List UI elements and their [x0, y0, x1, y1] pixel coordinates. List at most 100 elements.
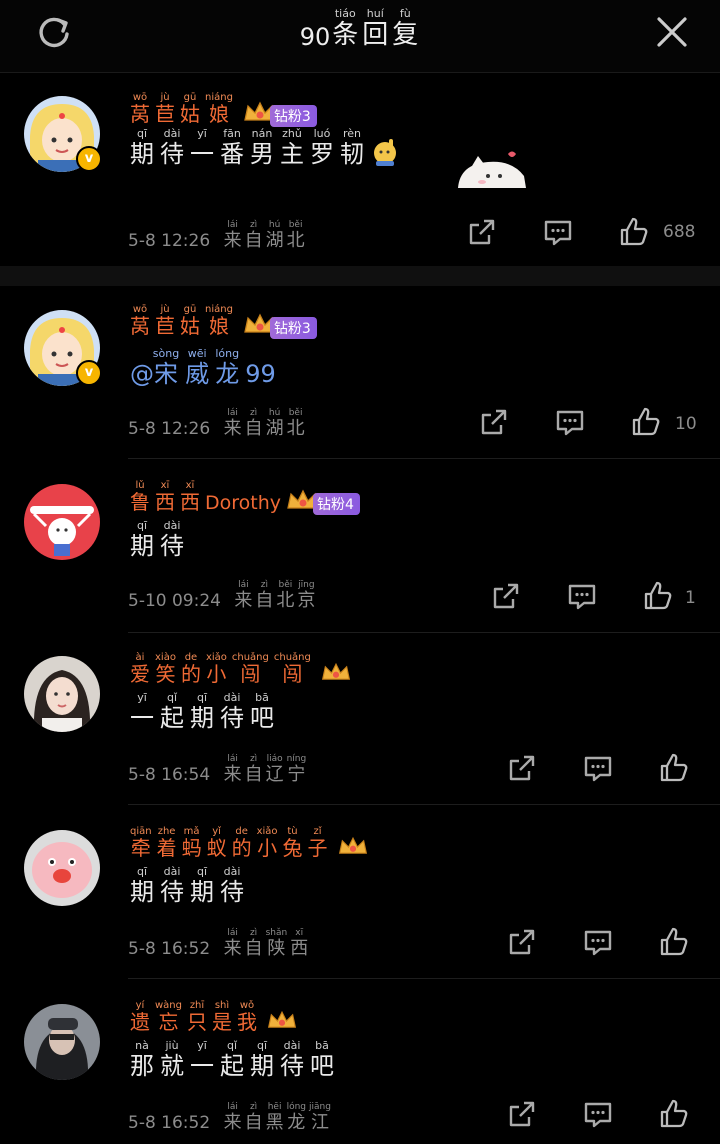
reply-icon[interactable] [582, 926, 614, 958]
pinyin: sòng [152, 347, 180, 360]
comment-item[interactable]: 遗yí忘wàng只zhī是shì我wǒ 那nà就jiù一yī起qǐ期qī待dài… [0, 998, 720, 1144]
divider [128, 632, 720, 633]
location: 来lái自zì湖hú北běi [224, 408, 308, 439]
thread-separator [0, 266, 720, 286]
ruby-char: 男nán [250, 127, 274, 168]
username[interactable]: 爱ài笑xiào的de小xiǎo闯chuǎng闯chuǎng [130, 652, 352, 691]
comment-text: 期qī待dài期qī待dài [130, 865, 250, 907]
comment-meta: 5-8 12:26 来lái自zì湖hú北běi [128, 408, 308, 440]
pinyin: wō [130, 304, 150, 315]
pinyin: lái [223, 1102, 242, 1112]
pinyin: dài [160, 127, 184, 140]
pinyin: wō [130, 92, 150, 103]
divider [128, 804, 720, 805]
pinyin: qī [130, 127, 154, 140]
pinyin: chuǎng [231, 652, 269, 663]
thumbs-up-icon[interactable] [658, 926, 690, 958]
comment-meta: 5-8 16:52 来lái自zì黑hēi龙lóng江jiāng [128, 1102, 334, 1134]
location: 来lái自zì辽liáo宁níng [224, 754, 310, 785]
ruby-char: 待dài [160, 865, 184, 906]
reply-icon[interactable] [542, 216, 574, 248]
pinyin: zǐ [307, 826, 328, 837]
pinyin: lóng [286, 1102, 307, 1112]
avatar[interactable] [24, 484, 100, 560]
pinyin: jiāng [309, 1102, 331, 1112]
top-bar: 90条tiáo回huí复fù [0, 0, 720, 73]
ruby-char: 的de [180, 652, 201, 686]
pinyin: yí [130, 1000, 150, 1011]
pinyin: jīng [297, 580, 316, 590]
username[interactable]: 遗yí忘wàng只zhī是shì我wǒ [130, 1000, 298, 1039]
ruby-char: 是shì [212, 1000, 232, 1034]
thumbs-up-icon[interactable] [630, 406, 662, 438]
pinyin: tiáo [332, 7, 359, 20]
ruby-char: 条tiáo [332, 7, 359, 50]
comment-item[interactable]: v 莴wō苣jù姑gū娘niáng 钻粉3 @宋sòng威wēi龙lóng99 5… [0, 302, 720, 459]
comment-text: 一yī起qǐ期qī待dài吧bā [130, 691, 280, 733]
pinyin: xī [155, 480, 175, 491]
username[interactable]: 鲁lǔ西xī西xīDorothy 钻粉4 [130, 480, 360, 519]
ruby-char: 宁níng [286, 754, 307, 785]
comment-item[interactable]: 爱ài笑xiào的de小xiǎo闯chuǎng闯chuǎng 一yī起qǐ期qī… [0, 650, 720, 806]
username[interactable]: 莴wō苣jù姑gū娘niáng 钻粉3 [130, 92, 317, 131]
timestamp: 5-8 12:26 [128, 231, 211, 251]
pinyin: dài [220, 691, 244, 704]
share-icon[interactable] [478, 406, 510, 438]
pinyin: xī [180, 480, 200, 491]
share-icon[interactable] [506, 752, 538, 784]
avatar[interactable] [24, 1004, 100, 1080]
pinyin: qī [130, 865, 154, 878]
fan-level-badge: 钻粉3 [269, 104, 317, 127]
comment-item[interactable]: 鲁lǔ西xī西xīDorothy 钻粉4 期qī待dài 5-10 09:24 来… [0, 476, 720, 633]
avatar[interactable] [24, 830, 100, 906]
pinyin: wēi [185, 347, 210, 360]
pinyin: chuǎng [273, 652, 311, 663]
ruby-char: 湖hú [265, 220, 284, 251]
ruby-char: 来lái [223, 220, 242, 251]
pinyin: zhī [187, 1000, 207, 1011]
thumbs-up-icon[interactable] [658, 1098, 690, 1130]
share-icon[interactable] [490, 580, 522, 612]
comment-item[interactable]: v 莴wō苣jù姑gū娘niáng 钻粉3 期qī待dài一yī番fān男nán主… [0, 90, 720, 266]
pinyin: yǐ [206, 826, 227, 837]
close-icon[interactable] [654, 12, 690, 52]
reply-icon[interactable] [554, 406, 586, 438]
ruby-char: 复fù [392, 7, 419, 50]
share-icon[interactable] [506, 1098, 538, 1130]
thumbs-up-icon[interactable] [658, 752, 690, 784]
pinyin: xiǎo [205, 652, 227, 663]
avatar[interactable] [24, 656, 100, 732]
pinyin: dài [160, 519, 184, 532]
username[interactable]: 牵qiān着zhe蚂mǎ蚁yǐ的de小xiǎo兔tù子zǐ [130, 826, 369, 865]
pinyin: nà [130, 1039, 154, 1052]
pinyin: zì [244, 408, 263, 418]
ruby-char: 来lái [223, 928, 242, 959]
share-icon[interactable] [466, 216, 498, 248]
comment-text-mention[interactable]: @宋sòng威wēi龙lóng99 [130, 347, 276, 389]
pinyin: qǐ [160, 691, 184, 704]
thumbs-up-icon[interactable] [618, 216, 650, 248]
comment-meta: 5-8 16:54 来lái自zì辽liáo宁níng [128, 754, 309, 786]
pinyin: jù [155, 304, 175, 315]
ruby-char: 闯chuǎng [273, 652, 311, 686]
pinyin: yī [190, 127, 214, 140]
pinyin: lái [223, 408, 242, 418]
ruby-char: 姑gū [180, 304, 200, 338]
reply-icon[interactable] [582, 752, 614, 784]
pinyin: qī [130, 519, 154, 532]
username[interactable]: 莴wō苣jù姑gū娘niáng 钻粉3 [130, 304, 317, 343]
ruby-char: 苣jù [155, 304, 175, 338]
comment-item[interactable]: 牵qiān着zhe蚂mǎ蚁yǐ的de小xiǎo兔tù子zǐ 期qī待dài期qī… [0, 824, 720, 980]
reply-icon[interactable] [582, 1098, 614, 1130]
pinyin: běi [286, 220, 305, 230]
pinyin: qī [190, 691, 214, 704]
reply-icon[interactable] [566, 580, 598, 612]
share-icon[interactable] [506, 926, 538, 958]
pinyin: lǔ [130, 480, 150, 491]
ruby-char: 牵qiān [130, 826, 152, 860]
mention-suffix: 99 [245, 360, 276, 388]
ruby-char: 湖hú [265, 408, 284, 439]
ruby-char: 期qī [190, 691, 214, 732]
pinyin: mǎ [181, 826, 202, 837]
thumbs-up-icon[interactable] [642, 580, 674, 612]
